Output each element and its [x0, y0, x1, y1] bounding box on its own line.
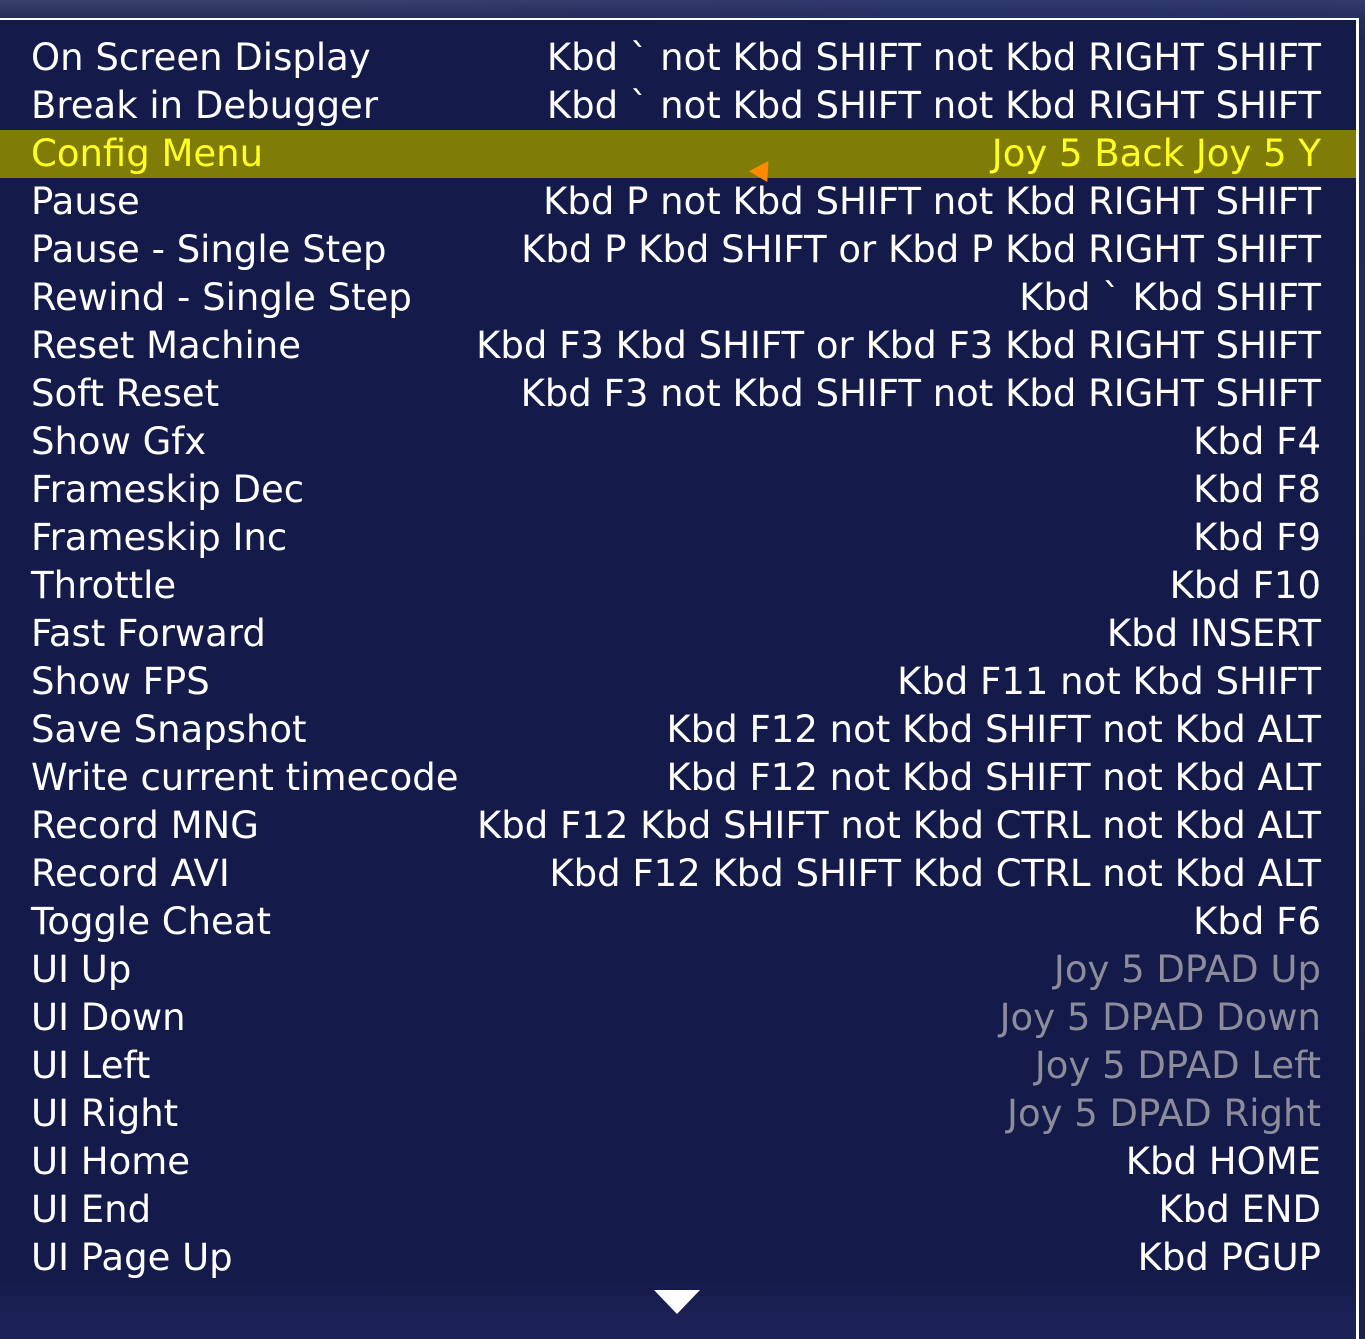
input-binding: Joy 5 DPAD Left [1034, 1044, 1321, 1087]
input-row-frameskip-dec[interactable]: Frameskip Dec Kbd F8 [0, 466, 1356, 514]
input-binding: Kbd F12 Kbd SHIFT Kbd CTRL not Kbd ALT [549, 852, 1321, 895]
input-row-ui-down[interactable]: UI Down Joy 5 DPAD Down [0, 994, 1356, 1042]
input-binding: Kbd ` Kbd SHIFT [1019, 276, 1321, 319]
input-row-on-screen-display[interactable]: On Screen Display Kbd ` not Kbd SHIFT no… [0, 34, 1356, 82]
input-name: UI End [31, 1188, 152, 1231]
input-name: UI Down [31, 996, 186, 1039]
input-name: Toggle Cheat [31, 900, 271, 943]
input-binding: Kbd P Kbd SHIFT or Kbd P Kbd RIGHT SHIFT [521, 228, 1321, 271]
input-name: UI Home [31, 1140, 191, 1183]
input-binding: Joy 5 DPAD Up [1053, 948, 1321, 991]
input-name: Throttle [31, 564, 177, 607]
input-row-reset-machine[interactable]: Reset Machine Kbd F3 Kbd SHIFT or Kbd F3… [0, 322, 1356, 370]
input-binding: Kbd PGUP [1137, 1236, 1321, 1279]
input-row-pause[interactable]: Pause Kbd P not Kbd SHIFT not Kbd RIGHT … [0, 178, 1356, 226]
input-binding: Kbd ` not Kbd SHIFT not Kbd RIGHT SHIFT [546, 36, 1321, 79]
input-name: UI Up [31, 948, 132, 991]
input-row-show-fps[interactable]: Show FPS Kbd F11 not Kbd SHIFT [0, 658, 1356, 706]
input-row-toggle-cheat[interactable]: Toggle Cheat Kbd F6 [0, 898, 1356, 946]
input-row-fast-forward[interactable]: Fast Forward Kbd INSERT [0, 610, 1356, 658]
scroll-down-arrow-icon[interactable] [654, 1290, 700, 1314]
input-row-ui-right[interactable]: UI Right Joy 5 DPAD Right [0, 1090, 1356, 1138]
input-row-ui-page-up[interactable]: UI Page Up Kbd PGUP [0, 1234, 1356, 1282]
input-name: Reset Machine [31, 324, 302, 367]
input-name: Frameskip Dec [31, 468, 305, 511]
input-name: UI Left [31, 1044, 151, 1087]
input-name: UI Right [31, 1092, 179, 1135]
input-row-soft-reset[interactable]: Soft Reset Kbd F3 not Kbd SHIFT not Kbd … [0, 370, 1356, 418]
input-binding: Kbd F10 [1169, 564, 1321, 607]
input-row-rewind-single-step[interactable]: Rewind - Single Step Kbd ` Kbd SHIFT [0, 274, 1356, 322]
input-binding: Joy 5 DPAD Right [1007, 1092, 1321, 1135]
input-binding: Kbd F11 not Kbd SHIFT [897, 660, 1321, 703]
input-name: Rewind - Single Step [31, 276, 412, 319]
input-binding: Joy 5 DPAD Down [999, 996, 1321, 1039]
input-binding: Kbd P not Kbd SHIFT not Kbd RIGHT SHIFT [543, 180, 1321, 223]
input-name: UI Page Up [31, 1236, 233, 1279]
input-name: Show Gfx [31, 420, 207, 463]
input-name: Frameskip Inc [31, 516, 288, 559]
input-binding: Kbd F12 Kbd SHIFT not Kbd CTRL not Kbd A… [477, 804, 1321, 847]
input-name: Save Snapshot [31, 708, 307, 751]
input-name: Record MNG [31, 804, 259, 847]
input-binding: Kbd F9 [1193, 516, 1321, 559]
input-binding: Kbd F3 not Kbd SHIFT not Kbd RIGHT SHIFT [520, 372, 1321, 415]
input-name: Pause [31, 180, 140, 223]
input-row-ui-left[interactable]: UI Left Joy 5 DPAD Left [0, 1042, 1356, 1090]
input-name: On Screen Display [31, 36, 371, 79]
input-binding: Kbd F8 [1193, 468, 1321, 511]
input-binding: Kbd HOME [1125, 1140, 1321, 1183]
input-menu-panel: On Screen Display Kbd ` not Kbd SHIFT no… [0, 18, 1359, 1339]
input-binding: Kbd ` not Kbd SHIFT not Kbd RIGHT SHIFT [546, 84, 1321, 127]
input-name: Pause - Single Step [31, 228, 387, 271]
input-name: Break in Debugger [31, 84, 379, 127]
input-row-config-menu[interactable]: Config Menu Joy 5 Back Joy 5 Y [0, 130, 1356, 178]
input-row-ui-end[interactable]: UI End Kbd END [0, 1186, 1356, 1234]
input-row-throttle[interactable]: Throttle Kbd F10 [0, 562, 1356, 610]
input-binding: Joy 5 Back Joy 5 Y [991, 132, 1321, 175]
input-binding: Kbd F3 Kbd SHIFT or Kbd F3 Kbd RIGHT SHI… [476, 324, 1321, 367]
input-name: Soft Reset [31, 372, 220, 415]
input-binding: Kbd F12 not Kbd SHIFT not Kbd ALT [666, 756, 1321, 799]
input-name: Write current timecode [31, 756, 459, 799]
input-binding: Kbd F6 [1193, 900, 1321, 943]
input-row-frameskip-inc[interactable]: Frameskip Inc Kbd F9 [0, 514, 1356, 562]
input-name: Fast Forward [31, 612, 266, 655]
input-name: Config Menu [31, 132, 264, 175]
input-row-write-current-timecode[interactable]: Write current timecode Kbd F12 not Kbd S… [0, 754, 1356, 802]
input-row-record-avi[interactable]: Record AVI Kbd F12 Kbd SHIFT Kbd CTRL no… [0, 850, 1356, 898]
input-row-save-snapshot[interactable]: Save Snapshot Kbd F12 not Kbd SHIFT not … [0, 706, 1356, 754]
input-row-pause-single-step[interactable]: Pause - Single Step Kbd P Kbd SHIFT or K… [0, 226, 1356, 274]
input-row-ui-up[interactable]: UI Up Joy 5 DPAD Up [0, 946, 1356, 994]
input-binding: Kbd F4 [1193, 420, 1321, 463]
input-binding: Kbd INSERT [1106, 612, 1321, 655]
input-binding: Kbd F12 not Kbd SHIFT not Kbd ALT [666, 708, 1321, 751]
input-row-break-in-debugger[interactable]: Break in Debugger Kbd ` not Kbd SHIFT no… [0, 82, 1356, 130]
input-row-ui-home[interactable]: UI Home Kbd HOME [0, 1138, 1356, 1186]
input-name: Record AVI [31, 852, 230, 895]
input-binding: Kbd END [1158, 1188, 1321, 1231]
input-row-show-gfx[interactable]: Show Gfx Kbd F4 [0, 418, 1356, 466]
input-row-record-mng[interactable]: Record MNG Kbd F12 Kbd SHIFT not Kbd CTR… [0, 802, 1356, 850]
input-list: On Screen Display Kbd ` not Kbd SHIFT no… [0, 34, 1356, 1282]
input-name: Show FPS [31, 660, 210, 703]
